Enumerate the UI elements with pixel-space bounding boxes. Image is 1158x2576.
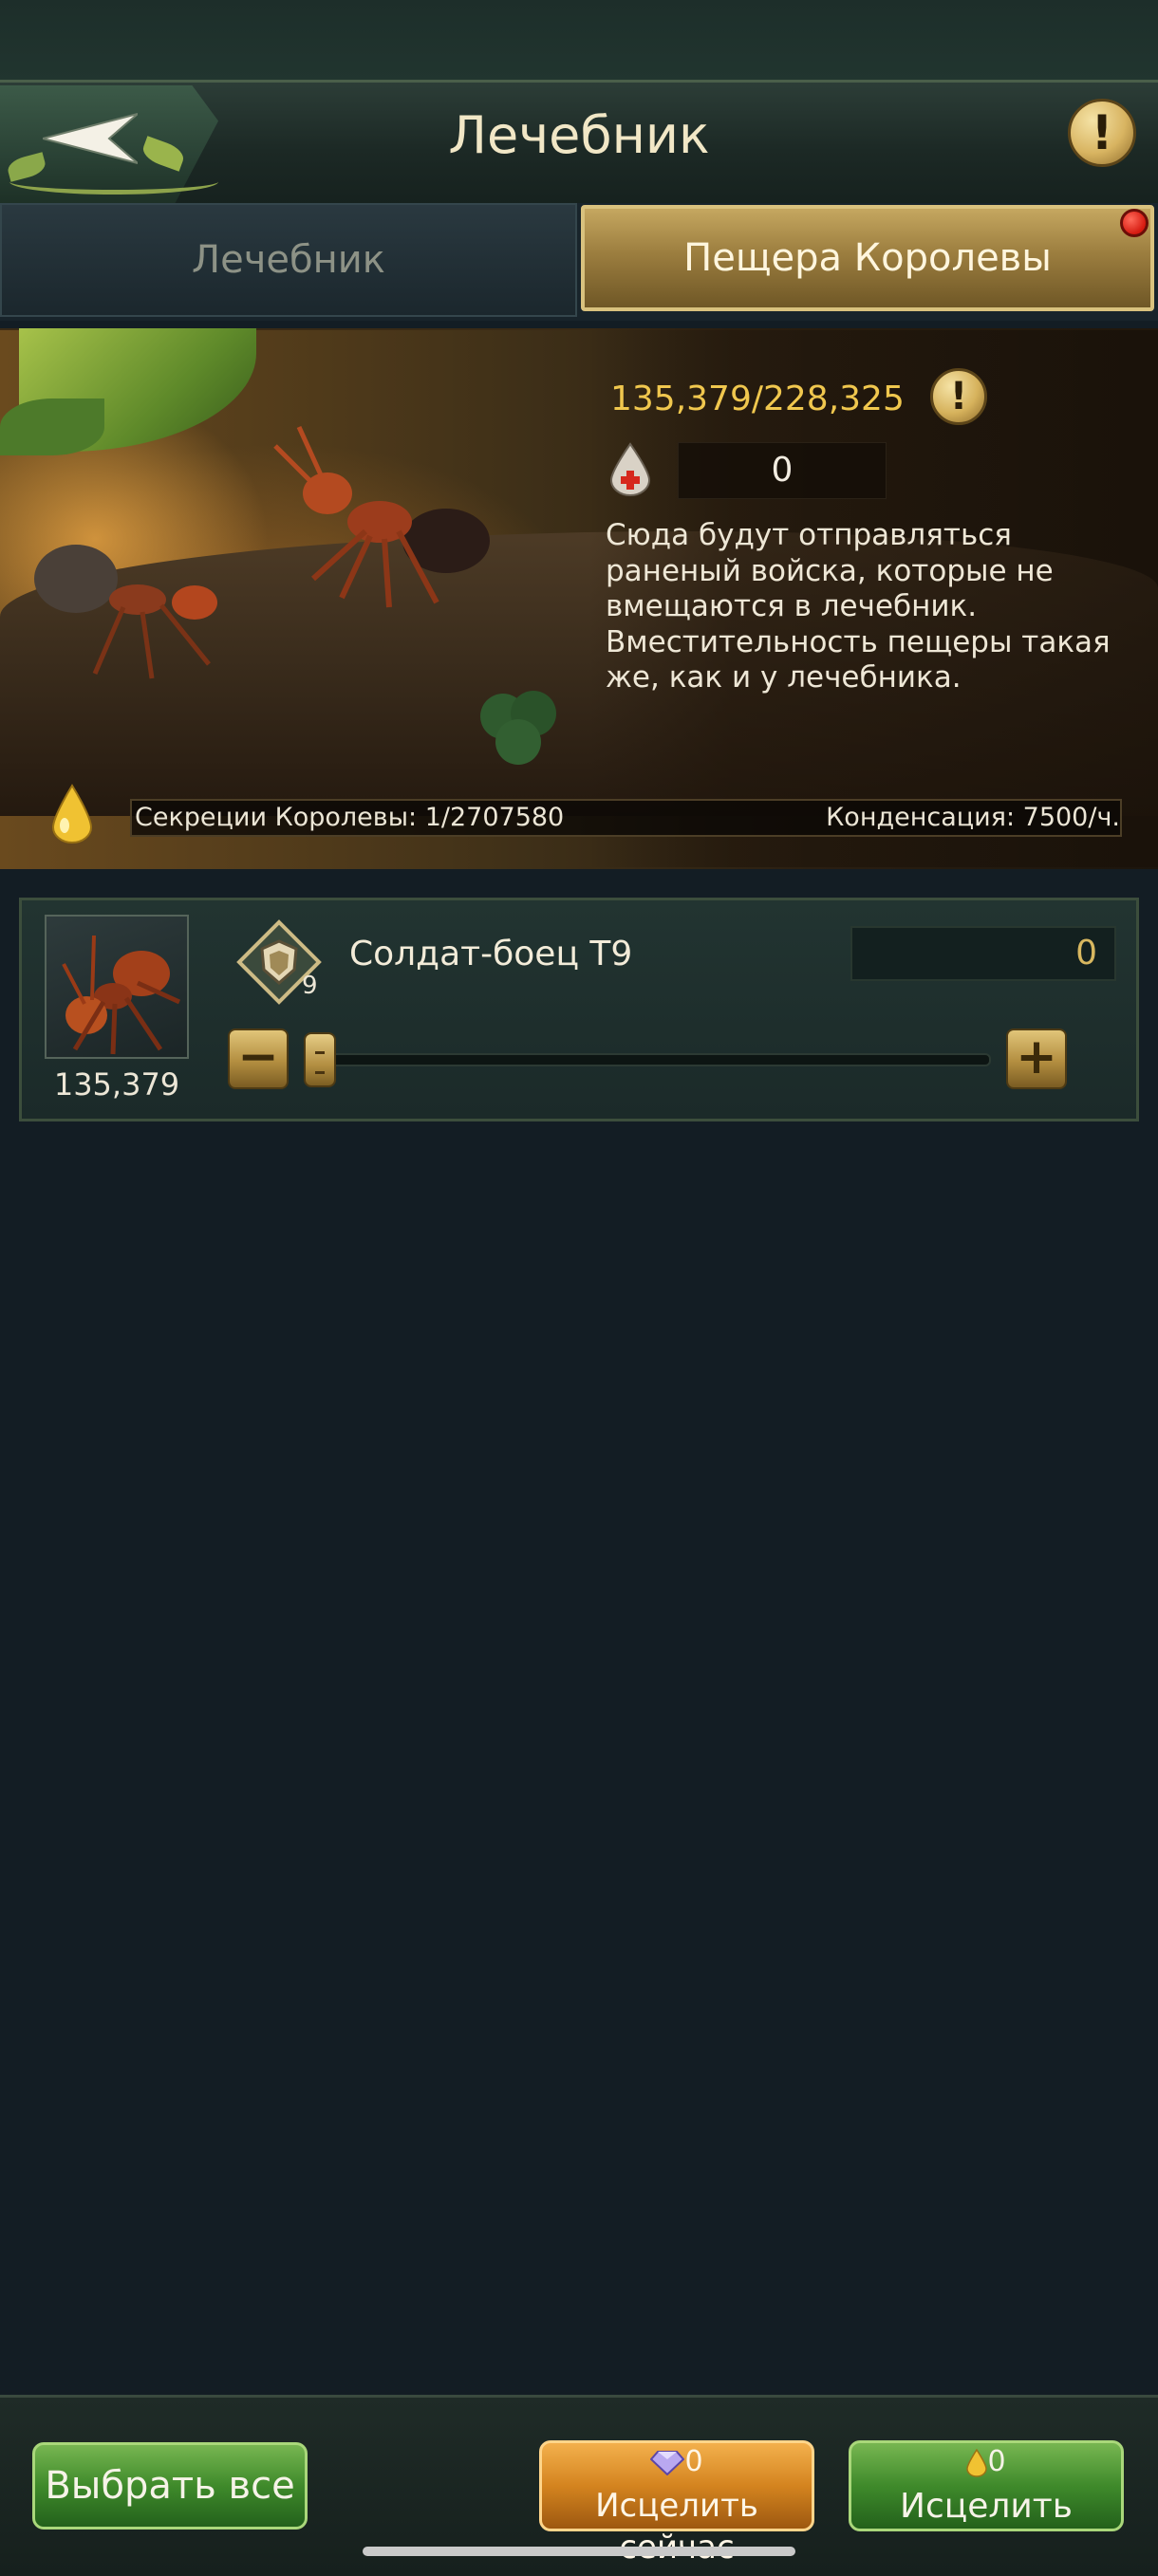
select-all-button[interactable]: Выбрать все	[32, 2442, 308, 2530]
heal-cost-value: 0	[987, 2445, 1006, 2478]
cave-description: Сюда будут отправляться раненый войска, …	[606, 518, 1111, 695]
back-arrow-icon[interactable]	[43, 112, 138, 165]
diamond-icon	[650, 2450, 685, 2475]
tab-healer[interactable]: Лечебник	[0, 203, 577, 317]
heal-now-button[interactable]: 0 Исцелить сейчас	[539, 2440, 814, 2567]
capacity-info-button[interactable]: !	[930, 368, 987, 425]
heal-cost: 0	[851, 2443, 1121, 2481]
tab-queen-cave[interactable]: Пещера Королевы	[581, 205, 1154, 311]
ant-soldier-icon	[62, 935, 181, 1055]
home-indicator[interactable]	[363, 2547, 795, 2556]
increase-button[interactable]: +	[1006, 1029, 1067, 1089]
tier-number: 9	[302, 972, 318, 1000]
vine-decoration	[9, 169, 218, 195]
decrease-button[interactable]: −	[228, 1029, 289, 1089]
condensation-label: Конденсация: 7500/ч.	[826, 803, 1120, 832]
troop-count: 135,379	[53, 1066, 180, 1103]
heal-button[interactable]: 0 Исцелить	[849, 2440, 1124, 2531]
troop-name: Солдат-боец T9	[349, 935, 633, 973]
secretion-drop-icon	[966, 2448, 988, 2477]
quantity-input[interactable]: 0	[850, 926, 1116, 981]
ant-illustration	[273, 425, 490, 608]
ant-illustration	[34, 545, 217, 679]
status-bar	[0, 0, 1158, 80]
leaf-illustration	[0, 398, 104, 455]
slider-handle[interactable]	[304, 1032, 336, 1087]
cave-capacity: 135,379/228,325	[610, 380, 905, 418]
quantity-slider[interactable]	[313, 1053, 991, 1066]
heal-now-cost-value: 0	[684, 2445, 703, 2478]
clover-illustration	[480, 691, 556, 765]
blood-drop-icon	[609, 442, 651, 496]
info-button[interactable]: !	[1068, 99, 1136, 167]
heal-count-display: 0	[678, 442, 887, 499]
troop-portrait	[45, 915, 189, 1059]
page-title: Лечебник	[448, 105, 710, 165]
heal-now-cost: 0	[542, 2443, 812, 2481]
secretion-label: Секреции Королевы: 1/2707580	[135, 803, 565, 832]
heal-label: Исцелить	[900, 2487, 1073, 2526]
queen-secretion-icon	[51, 784, 93, 843]
notification-dot	[1120, 209, 1149, 237]
